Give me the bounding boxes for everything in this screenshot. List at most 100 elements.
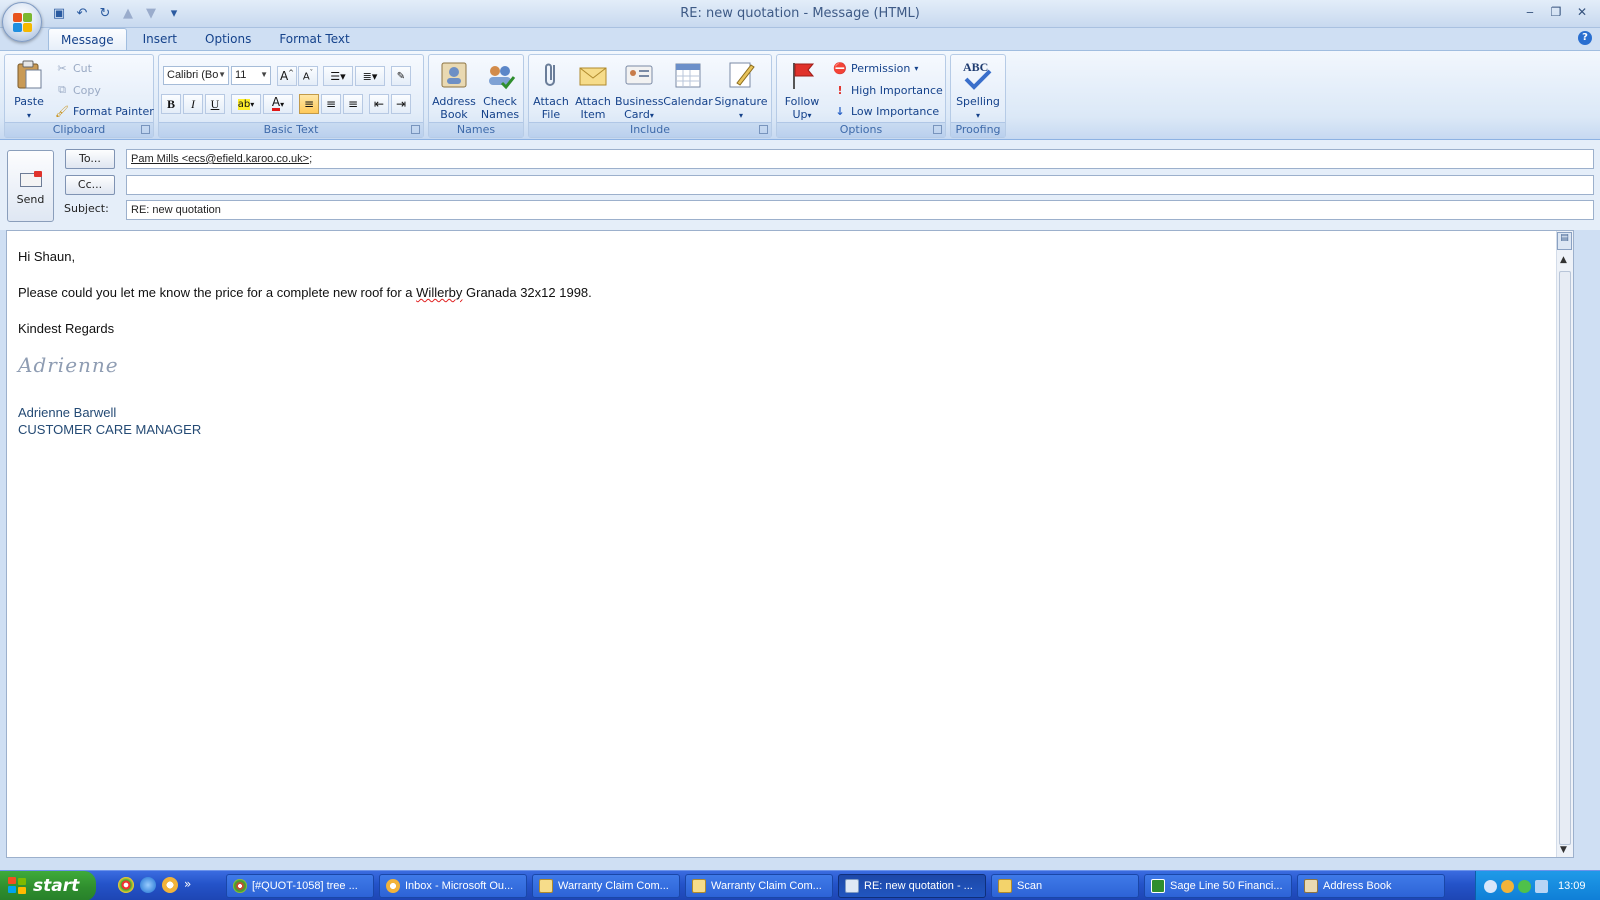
tab-format-text[interactable]: Format Text bbox=[267, 28, 361, 50]
numbered-list-icon: ≣▾ bbox=[362, 69, 378, 83]
scroll-thumb[interactable] bbox=[1559, 271, 1571, 845]
proofing-group: ABC Spelling ▾ Proofing bbox=[950, 54, 1006, 138]
decrease-indent-button[interactable]: ⇤ bbox=[369, 94, 389, 114]
font-size-select[interactable]: 11 ▼ bbox=[231, 66, 271, 85]
font-color-button[interactable]: A ▾ bbox=[263, 94, 293, 114]
title-bar: ▣ ↶ ↻ ▲ ▼ ▾ RE: new quotation - Message … bbox=[0, 0, 1600, 42]
align-center-icon: ≡ bbox=[325, 97, 337, 111]
options-launcher-icon[interactable] bbox=[933, 125, 942, 134]
tab-insert[interactable]: Insert bbox=[131, 28, 189, 50]
align-left-button[interactable]: ≡ bbox=[299, 94, 319, 114]
taskbar-label: Warranty Claim Com... bbox=[711, 880, 822, 892]
network-icon[interactable] bbox=[1518, 879, 1531, 893]
chrome-icon[interactable] bbox=[118, 877, 134, 893]
options-group-label: Options bbox=[777, 122, 945, 137]
high-importance-button[interactable]: ! High Importance bbox=[833, 80, 942, 100]
spelling-button[interactable]: ABC Spelling ▾ bbox=[953, 57, 1003, 122]
attach-item-button[interactable]: Attach Item bbox=[573, 57, 613, 121]
cc-button[interactable]: Cc... bbox=[65, 175, 115, 195]
follow-up-button[interactable]: Follow Up▾ bbox=[779, 57, 825, 122]
chevron-down-icon: ▼ bbox=[218, 70, 226, 79]
volume-icon[interactable] bbox=[1535, 879, 1548, 893]
styles-button[interactable]: ✎ bbox=[391, 66, 411, 86]
chevron-down-icon: ▼ bbox=[260, 70, 268, 79]
address-book-label-2: Book bbox=[440, 108, 468, 121]
italic-button[interactable]: I bbox=[183, 94, 203, 114]
check-names-button[interactable]: Check Names bbox=[477, 57, 523, 121]
align-center-button[interactable]: ≡ bbox=[321, 94, 341, 114]
grow-font-icon: A^ bbox=[279, 69, 295, 83]
view-ruler-icon[interactable]: ▤ bbox=[1557, 232, 1572, 250]
format-painter-button[interactable]: 🖌 Format Painter bbox=[55, 101, 154, 121]
tab-options[interactable]: Options bbox=[193, 28, 263, 50]
attach-file-label-1: Attach bbox=[533, 95, 569, 108]
permission-button[interactable]: ⛔ Permission ▾ bbox=[833, 58, 918, 78]
paste-icon bbox=[17, 60, 42, 89]
numbering-button[interactable]: ≣▾ bbox=[355, 66, 385, 86]
taskbar-button-quote[interactable]: [#QUOT-1058] tree ... bbox=[226, 874, 374, 898]
message-body[interactable]: Hi Shaun, Please could you let me know t… bbox=[6, 230, 1574, 858]
to-recipient[interactable]: Pam Mills <ecs@efield.karoo.co.uk> bbox=[131, 153, 309, 165]
more-chevron-icon[interactable]: » bbox=[184, 877, 191, 893]
cut-label: Cut bbox=[73, 61, 92, 75]
internet-explorer-icon[interactable] bbox=[140, 877, 156, 893]
copy-button[interactable]: ⧉ Copy bbox=[55, 80, 101, 100]
signature-button[interactable]: Signature ▾ bbox=[713, 57, 769, 122]
outlook-tray-icon[interactable] bbox=[1501, 879, 1514, 893]
taskbar-label: Address Book bbox=[1323, 880, 1392, 892]
taskbar-button-warranty-2[interactable]: Warranty Claim Com... bbox=[685, 874, 833, 898]
grow-font-button[interactable]: A^ bbox=[277, 66, 297, 86]
close-icon[interactable]: ✕ bbox=[1570, 2, 1594, 22]
business-card-icon bbox=[625, 65, 653, 85]
paste-button[interactable]: Paste ▾ bbox=[9, 57, 49, 122]
low-importance-button[interactable]: ↓ Low Importance bbox=[833, 101, 939, 121]
scroll-down-icon[interactable]: ▼ bbox=[1560, 845, 1567, 855]
taskbar-button-inbox[interactable]: Inbox - Microsoft Ou... bbox=[379, 874, 527, 898]
to-button[interactable]: To... bbox=[65, 149, 115, 169]
cut-button[interactable]: ✂ Cut bbox=[55, 58, 92, 78]
attach-file-button[interactable]: Attach File bbox=[531, 57, 571, 121]
clock[interactable]: 13:09 bbox=[1558, 880, 1586, 892]
shrink-font-button[interactable]: Aˇ bbox=[298, 66, 318, 86]
increase-indent-button[interactable]: ⇥ bbox=[391, 94, 411, 114]
minimize-icon[interactable]: ‒ bbox=[1518, 2, 1542, 22]
address-book-button[interactable]: Address Book bbox=[431, 57, 477, 121]
taskbar-label: Sage Line 50 Financi... bbox=[1170, 880, 1283, 892]
scroll-up-icon[interactable]: ▲ bbox=[1560, 255, 1567, 265]
tray-expand-icon[interactable] bbox=[1484, 879, 1497, 893]
help-icon[interactable]: ? bbox=[1578, 31, 1592, 45]
start-button[interactable]: start bbox=[0, 871, 96, 900]
taskbar-button-warranty-1[interactable]: Warranty Claim Com... bbox=[532, 874, 680, 898]
envelope-icon bbox=[692, 879, 706, 893]
highlight-button[interactable]: ab ▾ bbox=[231, 94, 261, 114]
attach-file-label-2: File bbox=[541, 108, 561, 121]
taskbar-button-new-quotation[interactable]: RE: new quotation - ... bbox=[838, 874, 986, 898]
align-right-button[interactable]: ≡ bbox=[343, 94, 363, 114]
bullets-button[interactable]: ☰▾ bbox=[323, 66, 353, 86]
taskbar-button-address-book[interactable]: Address Book bbox=[1297, 874, 1445, 898]
tab-message[interactable]: Message bbox=[48, 28, 127, 50]
to-field[interactable]: Pam Mills <ecs@efield.karoo.co.uk>; bbox=[126, 149, 1594, 169]
clipboard-launcher-icon[interactable] bbox=[141, 125, 150, 134]
send-button[interactable]: Send bbox=[7, 150, 54, 222]
taskbar-button-sage[interactable]: Sage Line 50 Financi... bbox=[1144, 874, 1292, 898]
calendar-button[interactable]: Calendar bbox=[663, 57, 713, 108]
subject-field[interactable]: RE: new quotation bbox=[126, 200, 1594, 220]
underline-button[interactable]: U bbox=[205, 94, 225, 114]
outlook-icon[interactable] bbox=[162, 877, 178, 893]
office-button[interactable] bbox=[2, 2, 42, 42]
taskbar: start » [#QUOT-1058] tree ... Inbox - Mi… bbox=[0, 870, 1600, 900]
chrome-icon bbox=[233, 879, 247, 893]
business-card-button[interactable]: Business Card▾ bbox=[615, 57, 664, 122]
misspelled-word[interactable]: Willerby bbox=[416, 285, 462, 300]
cc-field[interactable] bbox=[126, 175, 1594, 195]
font-size-value: 11 bbox=[235, 69, 247, 81]
vertical-scrollbar[interactable]: ▤ ▲ ▼ bbox=[1556, 231, 1573, 857]
include-launcher-icon[interactable] bbox=[759, 125, 768, 134]
restore-icon[interactable]: ❐ bbox=[1544, 2, 1568, 22]
bold-button[interactable]: B bbox=[161, 94, 181, 114]
font-name-select[interactable]: Calibri (Bo ▼ bbox=[163, 66, 229, 85]
basic-text-launcher-icon[interactable] bbox=[411, 125, 420, 134]
taskbar-button-scan[interactable]: Scan bbox=[991, 874, 1139, 898]
italic-icon: I bbox=[191, 96, 195, 111]
